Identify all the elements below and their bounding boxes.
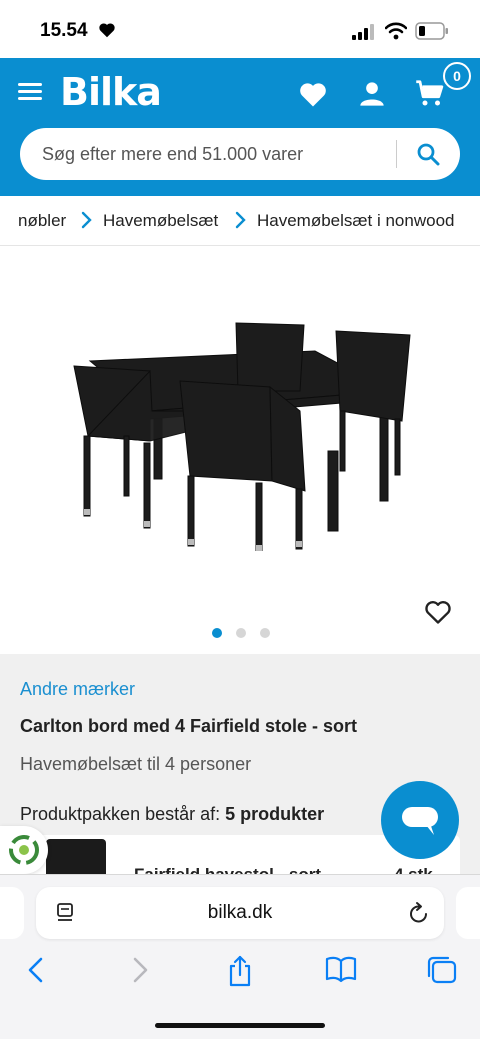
status-time: 15.54 bbox=[40, 20, 88, 41]
favorites-heart-icon[interactable] bbox=[298, 80, 328, 108]
site-header: Bilka 0 bbox=[0, 58, 480, 196]
breadcrumb-item-mobler[interactable]: nøbler bbox=[18, 211, 66, 231]
cellular-signal-icon bbox=[352, 24, 374, 40]
previous-tab-preview[interactable] bbox=[0, 887, 24, 939]
gallery-dot[interactable] bbox=[260, 628, 270, 638]
battery-icon bbox=[415, 22, 448, 40]
product-title: Carlton bord med 4 Fairfield stole - sor… bbox=[20, 716, 358, 736]
recycle-icon bbox=[9, 835, 39, 865]
eco-recycle-badge[interactable] bbox=[0, 826, 48, 874]
add-to-wishlist-heart-icon[interactable] bbox=[424, 599, 452, 625]
chevron-right-icon bbox=[81, 211, 92, 229]
cart-count-badge[interactable]: 0 bbox=[443, 62, 471, 90]
gallery-pagination bbox=[212, 628, 270, 638]
url-text: bilka.dk bbox=[207, 902, 273, 923]
back-arrow-icon[interactable] bbox=[24, 955, 48, 985]
heart-status-icon bbox=[99, 23, 115, 38]
chat-bubble-icon bbox=[402, 807, 438, 835]
breadcrumb-item-nonwood[interactable]: Havemøbelsæt i nonwood bbox=[257, 211, 454, 231]
search-input[interactable] bbox=[42, 128, 402, 180]
next-tab-preview[interactable] bbox=[456, 887, 480, 939]
gallery-dot[interactable] bbox=[236, 628, 246, 638]
bundle-count: 5 produkter bbox=[225, 804, 325, 824]
search-icon bbox=[417, 143, 440, 166]
tabs-overview-icon[interactable] bbox=[426, 955, 458, 985]
chevron-right-icon bbox=[235, 211, 246, 229]
search-divider bbox=[396, 140, 397, 168]
browser-nav-row bbox=[0, 955, 480, 999]
bundle-summary: Produktpakken består af: 5 produkter bbox=[20, 804, 324, 825]
breadcrumb-item-havemobelsaet[interactable]: Havemøbelsæt bbox=[103, 211, 218, 231]
bookmarks-book-icon[interactable] bbox=[325, 955, 357, 983]
gallery-dot[interactable] bbox=[212, 628, 222, 638]
menu-icon[interactable] bbox=[18, 83, 42, 103]
search-button[interactable] bbox=[408, 138, 448, 170]
product-info: Andre mærker Carlton bord med 4 Fairfiel… bbox=[0, 654, 480, 895]
home-indicator bbox=[155, 1023, 325, 1028]
reload-icon[interactable] bbox=[408, 901, 430, 925]
bundle-label: Produktpakken består af: bbox=[20, 804, 226, 824]
search-bar bbox=[20, 128, 460, 180]
brand-link[interactable]: Andre mærker bbox=[20, 679, 135, 700]
share-icon[interactable] bbox=[226, 955, 254, 987]
address-bar[interactable]: bilka.dk bbox=[36, 887, 444, 939]
browser-toolbar: bilka.dk bbox=[0, 874, 480, 1039]
status-bar: 15.54 bbox=[0, 0, 480, 58]
product-gallery[interactable] bbox=[0, 246, 480, 654]
product-subtitle: Havemøbelsæt til 4 personer bbox=[20, 754, 252, 774]
wifi-icon bbox=[385, 22, 407, 40]
cart-icon[interactable] bbox=[415, 78, 445, 108]
forward-arrow-icon[interactable] bbox=[128, 955, 152, 985]
bilka-logo[interactable]: Bilka bbox=[60, 70, 162, 114]
chat-button[interactable] bbox=[381, 781, 459, 859]
user-account-icon[interactable] bbox=[358, 80, 386, 108]
product-image bbox=[73, 322, 411, 551]
breadcrumb: nøbler Havemøbelsæt Havemøbelsæt i nonwo… bbox=[0, 196, 480, 246]
